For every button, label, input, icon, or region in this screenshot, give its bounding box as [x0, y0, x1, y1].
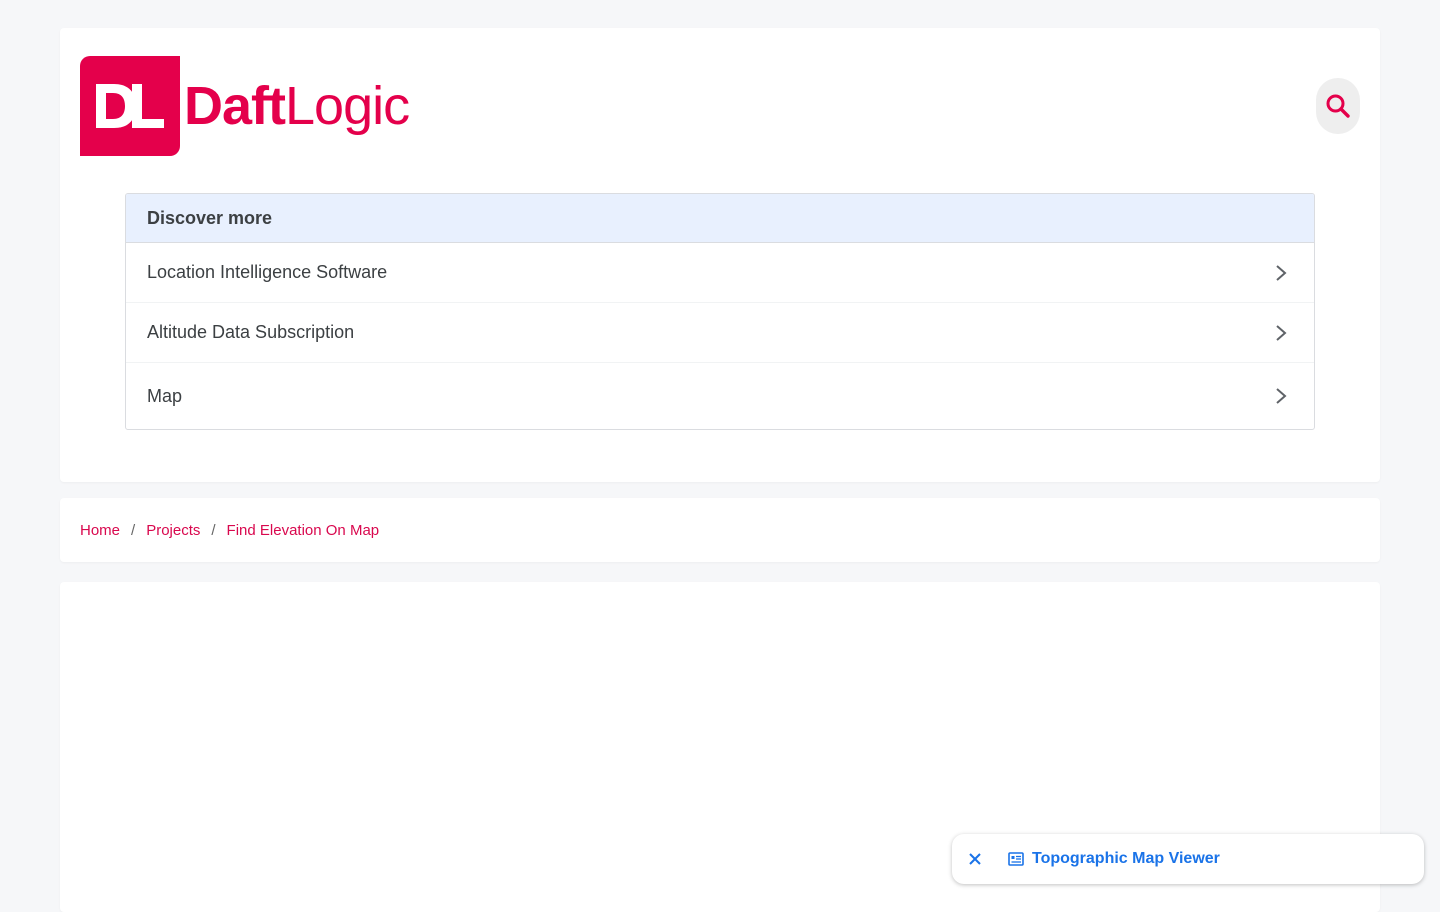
- banner-suggestion-link[interactable]: Topographic Map Viewer: [1008, 850, 1220, 868]
- discover-item-map[interactable]: Map: [126, 363, 1314, 429]
- breadcrumb-home[interactable]: Home: [80, 522, 120, 539]
- discover-item-altitude-data-subscription[interactable]: Altitude Data Subscription: [126, 303, 1314, 363]
- article-icon: [1008, 852, 1024, 866]
- bottom-suggestion-banner: Topographic Map Viewer: [952, 834, 1424, 884]
- search-icon: [1326, 94, 1350, 118]
- banner-link-label: Topographic Map Viewer: [1032, 850, 1220, 867]
- discover-item-location-intelligence-software[interactable]: Location Intelligence Software: [126, 243, 1314, 303]
- close-icon: [969, 853, 981, 865]
- discover-item-label: Map: [147, 385, 183, 406]
- breadcrumb-card: Home / Projects / Find Elevation On Map: [60, 498, 1380, 562]
- breadcrumb-find-elevation-on-map[interactable]: Find Elevation On Map: [227, 522, 380, 539]
- site-logo[interactable]: DaftLogic: [80, 56, 410, 156]
- breadcrumb-separator: /: [131, 521, 136, 539]
- discover-item-label: Location Intelligence Software: [147, 262, 388, 282]
- breadcrumb: Home / Projects / Find Elevation On Map: [80, 498, 379, 562]
- logo-wordmark: DaftLogic: [184, 76, 410, 136]
- breadcrumb-projects[interactable]: Projects: [146, 522, 200, 539]
- discover-more-panel: Discover more Location Intelligence Soft…: [125, 193, 1315, 430]
- banner-close-button[interactable]: [952, 834, 998, 884]
- chevron-right-icon: [1276, 388, 1287, 404]
- breadcrumb-separator: /: [211, 521, 216, 539]
- header-card: DaftLogic Discover more Location Intelli…: [60, 28, 1380, 482]
- discover-item-label: Altitude Data Subscription: [147, 322, 355, 342]
- discover-more-title: Discover more: [126, 194, 1314, 243]
- chevron-right-icon: [1276, 324, 1287, 341]
- chevron-right-icon: [1276, 264, 1287, 281]
- logo-mark: [80, 56, 180, 156]
- search-button[interactable]: [1316, 78, 1360, 134]
